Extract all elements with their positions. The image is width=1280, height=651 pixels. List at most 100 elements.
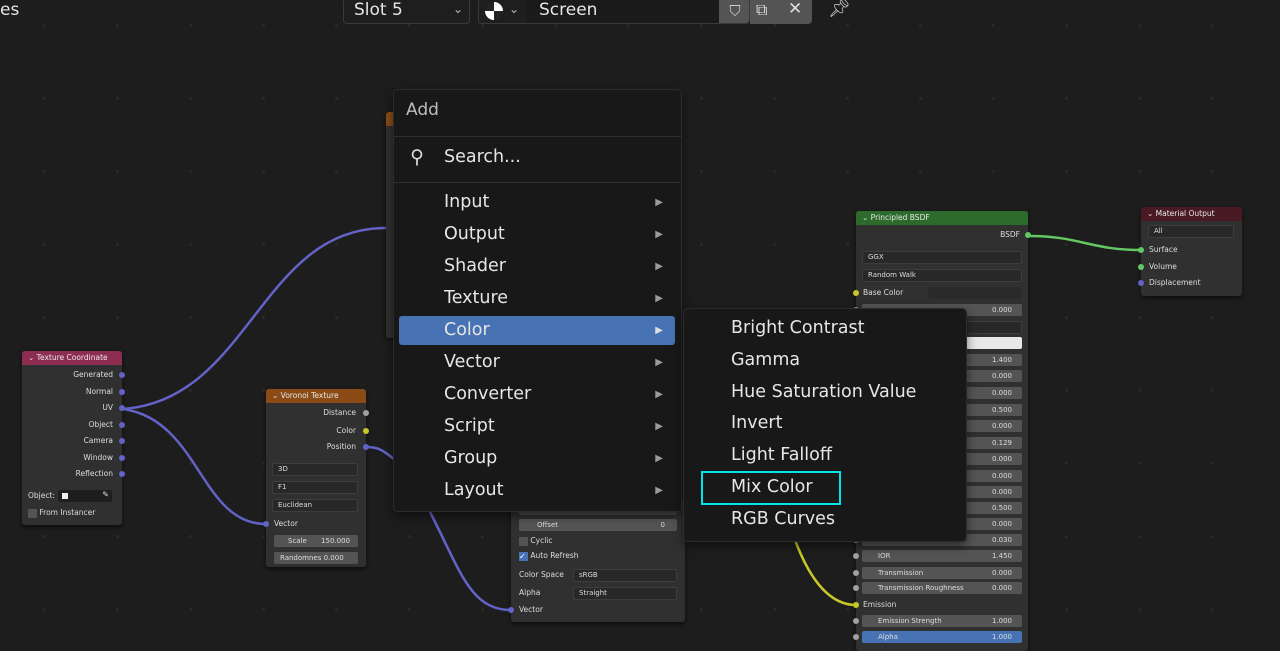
emission-strength-field[interactable]: Emission Strength 1.000 bbox=[853, 615, 1022, 627]
metric-dropdown[interactable]: Euclidean bbox=[272, 499, 358, 512]
auto-refresh-checkbox[interactable]: ✓ bbox=[519, 551, 528, 561]
menu-item-vector[interactable]: Vector ▶ bbox=[399, 348, 675, 377]
dimensions-dropdown[interactable]: 3D bbox=[272, 463, 358, 476]
menu-item-color[interactable]: Color ▶ bbox=[399, 316, 675, 345]
submenu-item-light-falloff[interactable]: Light Falloff bbox=[684, 441, 966, 470]
submenu-arrow-icon: ▶ bbox=[655, 389, 663, 400]
object-label: Object: bbox=[28, 491, 55, 500]
node-title: Voronoi Texture bbox=[280, 391, 339, 400]
image-texture-node[interactable]: Offset 0 Cyclic ✓ Auto Refresh Color Spac… bbox=[508, 500, 685, 622]
submenu-arrow-icon: ▶ bbox=[655, 453, 663, 464]
output-generated: Generated bbox=[22, 369, 125, 381]
scale-field[interactable]: Scale 150.000 bbox=[274, 535, 358, 547]
close-icon[interactable]: ✕ bbox=[788, 0, 802, 19]
alpha-field[interactable]: Alpha 1.000 bbox=[853, 631, 1022, 643]
transmission-field[interactable]: Transmission 0.000 bbox=[853, 567, 1022, 579]
shield-icon[interactable]: ⛉ bbox=[719, 0, 749, 23]
menu-item-texture[interactable]: Texture ▶ bbox=[399, 284, 675, 313]
color-space-dropdown[interactable]: sRGB bbox=[573, 569, 677, 582]
socket[interactable] bbox=[119, 454, 125, 461]
slot-dropdown[interactable]: Slot 5 ⌄ bbox=[343, 0, 470, 24]
pin-icon[interactable]: 📌︎ bbox=[828, 0, 851, 19]
menu-item-converter[interactable]: Converter ▶ bbox=[399, 380, 675, 409]
node-title: Principled BSDF bbox=[870, 213, 930, 222]
output-color: Color bbox=[336, 426, 356, 435]
menu-item-group[interactable]: Group ▶ bbox=[399, 444, 675, 473]
submenu-item-rgb-curves[interactable]: RGB Curves bbox=[684, 505, 966, 534]
socket[interactable] bbox=[119, 372, 125, 378]
color-space-label: Color Space bbox=[519, 570, 564, 579]
submenu-arrow-icon: ▶ bbox=[655, 229, 663, 240]
cyclic-checkbox[interactable] bbox=[519, 536, 528, 546]
link-to-image-vector bbox=[428, 511, 512, 612]
alpha-label: Alpha bbox=[519, 588, 541, 597]
link-uv-hidden bbox=[122, 226, 387, 411]
from-instancer-row[interactable]: From Instancer bbox=[22, 507, 122, 519]
submenu-arrow-icon: ▶ bbox=[655, 197, 663, 208]
output-distance: Distance bbox=[323, 408, 356, 417]
submenu-arrow-icon: ▶ bbox=[655, 261, 663, 272]
socket[interactable] bbox=[119, 471, 125, 477]
link-voronoi-position bbox=[366, 445, 396, 461]
offset-field[interactable]: Offset 0 bbox=[519, 519, 677, 531]
alpha-dropdown[interactable]: Straight bbox=[573, 587, 677, 600]
node-title: Material Output bbox=[1155, 209, 1215, 218]
input-surface: Surface bbox=[1149, 245, 1178, 254]
transmission-roughness-field[interactable]: Transmission Roughness 0.000 bbox=[853, 582, 1022, 594]
emission-label: Emission bbox=[863, 600, 897, 609]
link-bsdf-surface bbox=[1028, 234, 1142, 252]
submenu-item-hue-saturation-value[interactable]: Hue Saturation Value bbox=[684, 378, 966, 407]
search-item[interactable]: ⚲ Search... bbox=[394, 143, 681, 172]
slot-label: Slot 5 bbox=[354, 0, 403, 20]
socket[interactable] bbox=[119, 438, 125, 444]
socket[interactable] bbox=[119, 388, 125, 395]
material-selector[interactable]: ⌄ Screen ⛉ bbox=[478, 0, 750, 24]
submenu-item-gamma[interactable]: Gamma bbox=[684, 346, 966, 375]
node-header[interactable]: ⌄ Voronoi Texture bbox=[266, 389, 366, 403]
menu-item-input[interactable]: Input ▶ bbox=[399, 188, 675, 217]
submenu-item-bright-contrast[interactable]: Bright Contrast bbox=[684, 314, 966, 343]
base-color-swatch[interactable] bbox=[928, 287, 1022, 299]
copy-icon[interactable]: ⧉ bbox=[756, 0, 767, 20]
texture-coordinate-node[interactable]: ⌄ Texture Coordinate Generated Normal UV Ob… bbox=[22, 351, 125, 525]
editor-title-fragment: es bbox=[0, 0, 20, 20]
material-name-field[interactable]: Screen bbox=[539, 0, 597, 20]
output-uv: UV bbox=[22, 402, 125, 414]
node-header[interactable]: ⌄ Principled BSDF bbox=[856, 211, 1028, 225]
cyclic-row[interactable]: Cyclic bbox=[511, 535, 685, 547]
output-window: Window bbox=[22, 452, 125, 464]
distribution-dropdown[interactable]: GGX bbox=[862, 251, 1022, 264]
submenu-arrow-icon: ▶ bbox=[655, 421, 663, 432]
output-reflection: Reflection bbox=[22, 468, 125, 480]
output-bsdf: BSDF bbox=[1000, 230, 1020, 239]
feature-dropdown[interactable]: F1 bbox=[272, 481, 358, 494]
output-normal: Normal bbox=[22, 386, 125, 398]
highlight-outline bbox=[701, 471, 841, 505]
menu-title: Add bbox=[406, 100, 439, 120]
material-sphere-icon[interactable] bbox=[485, 2, 503, 20]
menu-item-script[interactable]: Script ▶ bbox=[399, 412, 675, 441]
chevron-down-icon: ⌄ bbox=[452, 2, 463, 16]
auto-refresh-row[interactable]: ✓ Auto Refresh bbox=[511, 550, 685, 562]
randomness-field[interactable]: Randomnes 0.000 bbox=[274, 552, 358, 564]
submenu-item-invert[interactable]: Invert bbox=[684, 409, 966, 438]
add-menu: Add ⚲ Search... Input ▶ Output ▶ Shader ▶ Text… bbox=[393, 89, 682, 512]
search-icon: ⚲ bbox=[410, 146, 424, 168]
socket[interactable] bbox=[119, 421, 125, 428]
node-header[interactable]: ⌄ Texture Coordinate bbox=[22, 351, 122, 365]
from-instancer-checkbox[interactable] bbox=[28, 508, 37, 518]
ior-field[interactable]: IOR 1.450 bbox=[853, 550, 1022, 562]
material-output-node[interactable]: ⌄ Material Output All Surface Volume Dis… bbox=[1138, 207, 1242, 296]
node-header[interactable]: ⌄ Material Output bbox=[1141, 207, 1242, 221]
voronoi-texture-node[interactable]: ⌄ Voronoi Texture Distance Color Positio… bbox=[263, 389, 369, 567]
object-field[interactable]: ✎ bbox=[58, 490, 112, 502]
submenu-arrow-icon: ▶ bbox=[655, 293, 663, 304]
socket[interactable] bbox=[119, 405, 125, 411]
subsurface-method-dropdown[interactable]: Random Walk bbox=[862, 269, 1022, 282]
menu-item-shader[interactable]: Shader ▶ bbox=[399, 252, 675, 281]
menu-item-layout[interactable]: Layout ▶ bbox=[399, 476, 675, 505]
chevron-down-icon: ⌄ bbox=[509, 2, 520, 16]
menu-item-output[interactable]: Output ▶ bbox=[399, 220, 675, 249]
eyedropper-icon: ✎ bbox=[102, 490, 109, 499]
target-dropdown[interactable]: All bbox=[1148, 225, 1234, 238]
